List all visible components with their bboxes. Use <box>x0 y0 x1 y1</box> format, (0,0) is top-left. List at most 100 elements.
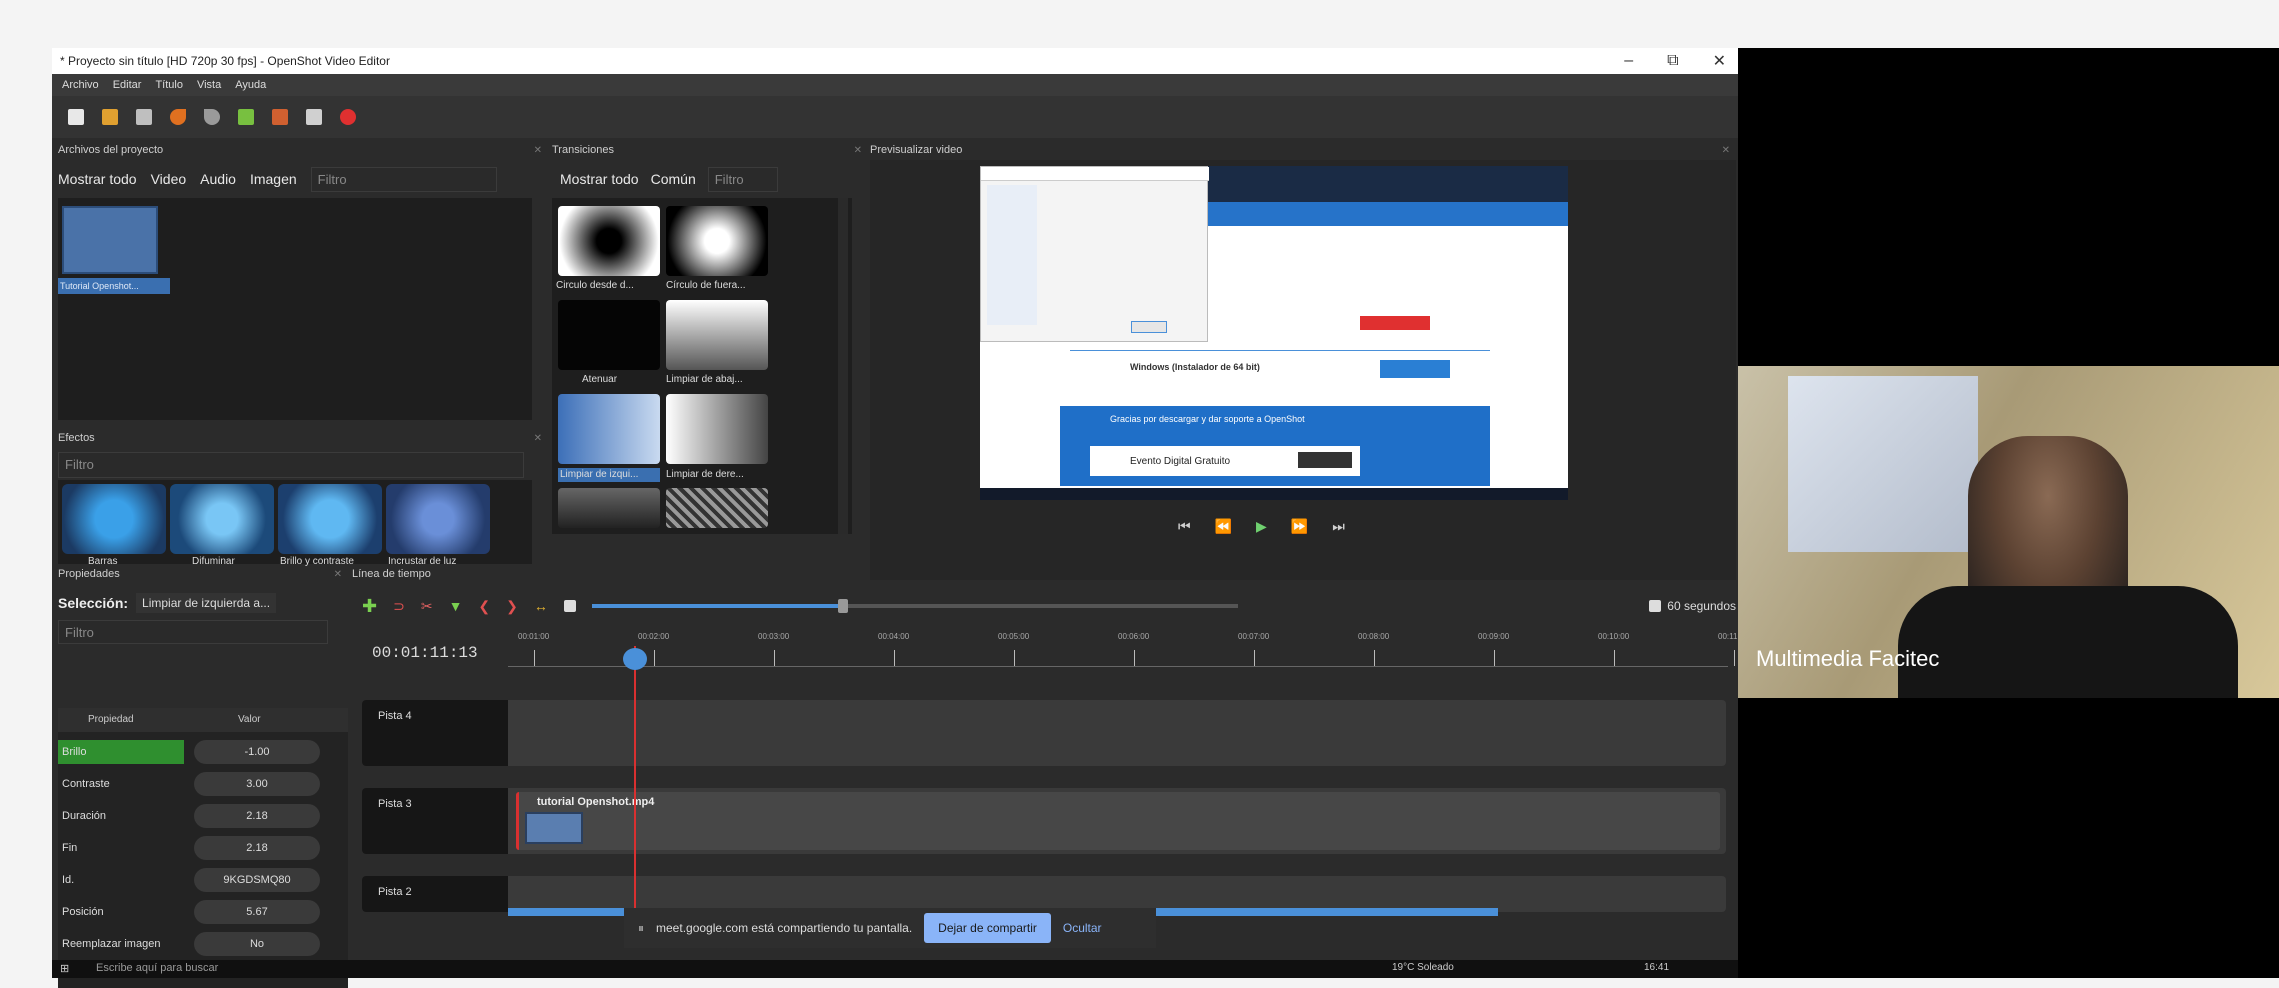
fullscreen-icon[interactable] <box>306 109 322 125</box>
project-files-title: Archivos del proyecto <box>58 144 164 156</box>
property-value[interactable]: 2.18 <box>194 804 320 828</box>
menu-vista[interactable]: Vista <box>197 79 221 91</box>
property-value[interactable]: 9KGDSMQ80 <box>194 868 320 892</box>
panel-close-icon[interactable]: ✕ <box>334 569 342 580</box>
transition-wipe-left-thumbnail[interactable] <box>558 394 660 464</box>
property-row[interactable]: Fin 2.18 <box>58 832 320 864</box>
add-marker-icon[interactable]: ▼ <box>449 598 463 614</box>
panel-close-icon[interactable]: ✕ <box>534 433 542 444</box>
add-track-icon[interactable]: ✚ <box>362 596 377 617</box>
playhead-handle[interactable] <box>623 648 647 670</box>
transitions-scrollbar[interactable] <box>838 198 848 534</box>
effect-chroma-thumbnail[interactable] <box>386 484 490 554</box>
undo-icon[interactable] <box>170 109 186 125</box>
participant-video[interactable] <box>1738 48 2279 978</box>
track-2[interactable]: Pista 2 <box>362 876 1726 912</box>
open-project-icon[interactable] <box>102 109 118 125</box>
effect-brightness-thumbnail[interactable] <box>278 484 382 554</box>
screen-red-button <box>1360 316 1430 330</box>
transitions-show-all[interactable]: Mostrar todo <box>560 171 639 187</box>
windows-start-icon[interactable]: ⊞ <box>60 962 69 975</box>
play-button[interactable]: ▶ <box>1256 518 1267 535</box>
clip-name: tutorial Openshot.mp4 <box>537 796 655 808</box>
meet-share-bar: ⏸ meet.google.com está compartiendo tu p… <box>624 908 1156 948</box>
zoom-slider-handle[interactable] <box>837 599 848 613</box>
transition-circle-out-thumbnail[interactable] <box>666 206 768 276</box>
track-3[interactable]: Pista 3 tutorial Openshot.mp4 <box>362 788 1726 854</box>
timeline-ruler[interactable]: 00:01:11:13 00:01:00 00:02:00 00:03:00 00:0… <box>362 628 1749 684</box>
effect-blur-thumbnail[interactable] <box>170 484 274 554</box>
transition-thumbnail[interactable] <box>558 488 660 528</box>
transition-thumbnail[interactable] <box>666 488 768 528</box>
project-files-filter-input[interactable]: Filtro <box>310 166 497 192</box>
screen-promo-text: Gracias por descargar y dar soporte a Op… <box>1110 414 1305 424</box>
previous-marker-icon[interactable]: ❮ <box>478 598 490 615</box>
redo-icon[interactable] <box>204 109 220 125</box>
transition-wipe-right-thumbnail[interactable] <box>666 394 768 464</box>
video-preview-screen[interactable]: Windows (Instalador de 64 bit) Gracias p… <box>980 166 1568 500</box>
property-value[interactable]: 5.67 <box>194 900 320 924</box>
razor-icon[interactable]: ✂ <box>421 598 433 615</box>
effect-bars-thumbnail[interactable] <box>62 484 166 554</box>
preview-header: Previsualizar video ✕ <box>870 140 1736 160</box>
filter-audio[interactable]: Audio <box>200 171 236 187</box>
center-timeline-icon[interactable]: ↔ <box>534 598 548 614</box>
zoom-in-icon[interactable] <box>1649 600 1662 612</box>
hide-button[interactable]: Ocultar <box>1063 921 1102 935</box>
property-row[interactable]: Contraste 3.00 <box>58 768 320 800</box>
panel-close-icon[interactable]: ✕ <box>854 145 862 156</box>
profile-icon[interactable] <box>272 109 288 125</box>
zoom-slider[interactable] <box>591 599 1238 613</box>
next-marker-icon[interactable]: ❯ <box>506 598 518 615</box>
property-value[interactable]: -1.00 <box>194 740 320 764</box>
export-video-icon[interactable] <box>340 109 356 125</box>
timeline-toolbar: ✚ ⊃ ✂ ▼ ❮ ❯ ↔ 60 segundos <box>362 592 1736 620</box>
property-row[interactable]: Brillo -1.00 <box>58 736 320 768</box>
video-clip[interactable]: tutorial Openshot.mp4 <box>516 792 1720 850</box>
panel-close-icon[interactable]: ✕ <box>534 145 542 156</box>
transition-circle-in-thumbnail[interactable] <box>558 206 660 276</box>
selection-dropdown[interactable]: Limpiar de izquierda a... <box>136 593 277 613</box>
stop-sharing-button[interactable]: Dejar de compartir <box>924 913 1051 943</box>
jump-start-button[interactable]: ⏮ <box>1178 518 1191 535</box>
menu-editar[interactable]: Editar <box>113 79 142 91</box>
effects-filter-input[interactable]: Filtro <box>58 452 524 478</box>
filter-video[interactable]: Video <box>151 171 187 187</box>
menu-archivo[interactable]: Archivo <box>62 79 99 91</box>
property-row[interactable]: Posición 5.67 <box>58 896 320 928</box>
save-project-icon[interactable] <box>136 109 152 125</box>
filter-show-all[interactable]: Mostrar todo <box>58 171 137 187</box>
taskbar-search[interactable]: Escribe aquí para buscar <box>96 962 218 974</box>
restore-button[interactable]: ⧉ <box>1667 52 1678 70</box>
rewind-button[interactable]: ⏪ <box>1215 518 1232 535</box>
minimize-button[interactable]: – <box>1624 52 1633 70</box>
panel-close-icon[interactable]: ✕ <box>1722 145 1730 156</box>
property-value[interactable]: 2.18 <box>194 836 320 860</box>
menu-titulo[interactable]: Título <box>155 79 183 91</box>
fast-forward-button[interactable]: ⏩ <box>1291 518 1308 535</box>
video-file-thumbnail[interactable] <box>62 206 158 274</box>
zoom-out-icon[interactable] <box>563 600 576 612</box>
transition-wipe-bottom-thumbnail[interactable] <box>666 300 768 370</box>
transitions-filter-input[interactable]: Filtro <box>707 166 778 192</box>
menu-ayuda[interactable]: Ayuda <box>235 79 266 91</box>
new-project-icon[interactable] <box>68 109 84 125</box>
property-row[interactable]: Reemplazar imagen No <box>58 928 320 960</box>
property-value[interactable]: No <box>194 932 320 956</box>
properties-table-header: Propiedad Valor <box>58 708 348 732</box>
import-files-icon[interactable] <box>238 109 254 125</box>
snap-icon[interactable]: ⊃ <box>393 598 405 615</box>
transition-fade-thumbnail[interactable] <box>558 300 660 370</box>
close-button[interactable]: ✕ <box>1713 51 1726 71</box>
transitions-common[interactable]: Común <box>651 171 696 187</box>
track-4[interactable]: Pista 4 <box>362 700 1726 766</box>
property-value[interactable]: 3.00 <box>194 772 320 796</box>
jump-end-button[interactable]: ⏭ <box>1332 518 1345 535</box>
property-row[interactable]: Id. 9KGDSMQ80 <box>58 864 320 896</box>
properties-filter-input[interactable]: Filtro <box>58 620 328 644</box>
drag-handle-icon[interactable]: ⏸ <box>638 921 644 936</box>
filter-image[interactable]: Imagen <box>250 171 297 187</box>
playhead[interactable] <box>634 646 636 918</box>
property-row[interactable]: Duración 2.18 <box>58 800 320 832</box>
screen-download-button <box>1380 360 1450 378</box>
